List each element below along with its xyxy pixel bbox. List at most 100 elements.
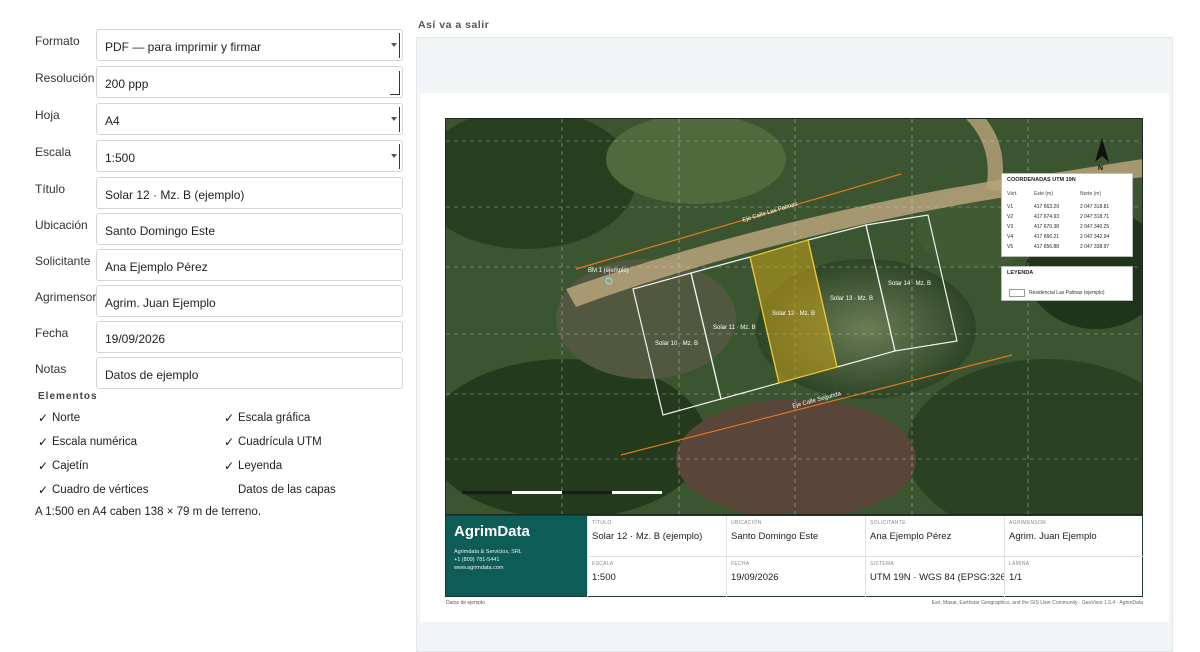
applicant-label: Solicitante [35, 254, 91, 268]
scale-value: 1:500 [105, 151, 136, 165]
title-input[interactable]: Solar 12 · Mz. B (ejemplo) [96, 177, 403, 209]
notes-label: Notas [35, 362, 67, 376]
resolution-value: 200 ppp [105, 77, 149, 91]
checkbox-label: Cuadrícula UTM [238, 436, 322, 448]
notes-input[interactable]: Datos de ejemplo [96, 357, 403, 389]
coords-header: Norte (m) [1080, 191, 1102, 197]
location-row: Ubicación Santo Domingo Este [0, 213, 410, 245]
tb-value: UTM 19N · WGS 84 (EPSG:32619) [870, 572, 1004, 583]
brand-web: www.agrimdata.com [454, 565, 504, 571]
brand-logo: AgrimData [454, 523, 530, 540]
tb-label: LÁMINA [1009, 561, 1030, 567]
elements-heading: Elementos [38, 391, 98, 402]
resolution-stepper-foot [390, 94, 400, 95]
map-legend: LEYENDA Residencial Las Palmas (ejemplo) [1001, 266, 1133, 301]
footer-note: Datos de ejemplo [446, 600, 485, 606]
coords-cell: 417 663.29 [1034, 204, 1060, 210]
checkbox-label: Leyenda [238, 460, 283, 472]
coords-cell: 2 047 338.97 [1080, 244, 1110, 250]
coords-header: Vért. [1007, 191, 1018, 197]
tb-value: 1/1 [1009, 572, 1023, 583]
scale-dropdown-divider [399, 144, 400, 169]
coords-cell: 2 047 318.71 [1080, 214, 1110, 220]
tb-label: AGRIMENSOR [1009, 520, 1047, 526]
tb-title-cell: TÍTULO Solar 12 · Mz. B (ejemplo) [587, 516, 726, 556]
title-label: Título [35, 182, 66, 196]
tb-label: SOLICITANTE [870, 520, 906, 526]
coords-cell: V5 [1007, 244, 1014, 250]
check-icon: ✓ [38, 411, 49, 425]
lot-label-13: Solar 13 · Mz. B [830, 296, 874, 302]
location-label: Ubicación [35, 218, 88, 232]
title-row: Título Solar 12 · Mz. B (ejemplo) [0, 177, 410, 209]
preview-title: Así va a salir [418, 19, 490, 31]
tb-label: SISTEMA [870, 561, 895, 567]
check-icon: ✓ [224, 411, 235, 425]
tb-applicant-cell: SOLICITANTE Ana Ejemplo Pérez [865, 516, 1004, 556]
checkbox-label: Cajetín [52, 460, 89, 472]
tb-label: FECHA [731, 561, 750, 567]
lot-label-11: Solar 11 · Mz. B [713, 325, 756, 331]
location-input[interactable]: Santo Domingo Este [96, 213, 403, 245]
check-icon: ✓ [38, 483, 49, 497]
coords-title: COORDENADAS UTM 19N [1007, 177, 1076, 183]
resolution-input[interactable]: 200 ppp [96, 66, 403, 98]
format-row: Formato PDF — para imprimir y firmar [0, 29, 410, 61]
resolution-row: Resolución 200 ppp [0, 66, 410, 98]
applicant-row: Solicitante Ana Ejemplo Pérez [0, 249, 410, 281]
brand-phone: +1 (809) 781-5441 [454, 557, 500, 563]
tb-system-cell: SISTEMA UTM 19N · WGS 84 (EPSG:32619) [865, 557, 1004, 597]
brand-panel: AgrimData Agrimdata & Servicios, SRL +1 … [446, 516, 587, 596]
surveyor-row: Agrimensor Agrim. Juan Ejemplo [0, 285, 410, 317]
checkbox-label: Escala gráfica [238, 412, 311, 424]
tb-scale-cell: ESCALA 1:500 [587, 557, 726, 597]
lot-label-10: Solar 10 · Mz. B [655, 341, 699, 347]
tb-value: Ana Ejemplo Pérez [870, 531, 952, 542]
tb-value: 1:500 [592, 572, 616, 583]
coords-cell: V2 [1007, 214, 1014, 220]
notes-row: Notas Datos de ejemplo [0, 357, 410, 389]
check-icon: ✓ [224, 435, 235, 449]
checkbox-label: Datos de las capas [238, 484, 336, 496]
coords-cell: 417 656.88 [1034, 244, 1060, 250]
print-settings-form: Formato PDF — para imprimir y firmar Res… [0, 0, 410, 652]
coords-cell: V3 [1007, 224, 1014, 230]
format-value: PDF — para imprimir y firmar [105, 40, 262, 54]
resolution-stepper-icon[interactable] [399, 71, 400, 95]
scale-select[interactable]: 1:500 [96, 140, 403, 172]
brand-company: Agrimdata & Servicios, SRL [454, 549, 522, 555]
coords-cell: 2 047 340.25 [1080, 224, 1110, 230]
tb-label: ESCALA [592, 561, 614, 567]
checkbox-label: Cuadro de vértices [52, 484, 149, 496]
sheet-row: Hoja A4 [0, 103, 410, 135]
tb-value: 19/09/2026 [731, 572, 779, 583]
title-block: AgrimData Agrimdata & Servicios, SRL +1 … [445, 515, 1143, 597]
sheet-select[interactable]: A4 [96, 103, 403, 135]
tb-label: TÍTULO [592, 520, 612, 526]
tb-value: Agrim. Juan Ejemplo [1009, 531, 1097, 542]
sheet-label: Hoja [35, 108, 60, 122]
coords-cell: 417 670.38 [1034, 224, 1060, 230]
date-row: Fecha 19/09/2026 [0, 321, 410, 353]
footer-credits: Esri, Maxar, Earthstar Geographics, and … [931, 600, 1143, 606]
tb-surveyor-cell: AGRIMENSOR Agrim. Juan Ejemplo [1004, 516, 1143, 556]
lot-label-12: Solar 12 · Mz. B [772, 311, 816, 317]
tb-date-cell: FECHA 19/09/2026 [726, 557, 865, 597]
scale-coverage-note: A 1:500 en A4 caben 138 × 79 m de terren… [35, 506, 262, 518]
checkbox-label: Escala numérica [52, 436, 138, 448]
surveyor-input[interactable]: Agrim. Juan Ejemplo [96, 285, 403, 317]
check-icon: ✓ [224, 459, 235, 473]
format-select[interactable]: PDF — para imprimir y firmar [96, 29, 403, 61]
sheet-value: A4 [105, 114, 120, 128]
tb-location-cell: UBICACIÓN Santo Domingo Este [726, 516, 865, 556]
check-icon: ✓ [38, 459, 49, 473]
coords-cell: 417 674.93 [1034, 214, 1060, 220]
date-input[interactable]: 19/09/2026 [96, 321, 403, 353]
vertex-coordinates-table: COORDENADAS UTM 19N Vért. Este (m) Norte… [1001, 173, 1133, 257]
resolution-label: Resolución [35, 71, 95, 85]
legend-item-label: Residencial Las Palmas (ejemplo) [1029, 290, 1105, 296]
sheet-dropdown-divider [399, 107, 400, 132]
date-label: Fecha [35, 326, 69, 340]
coords-cell: 417 666.21 [1034, 234, 1060, 240]
applicant-input[interactable]: Ana Ejemplo Pérez [96, 249, 403, 281]
